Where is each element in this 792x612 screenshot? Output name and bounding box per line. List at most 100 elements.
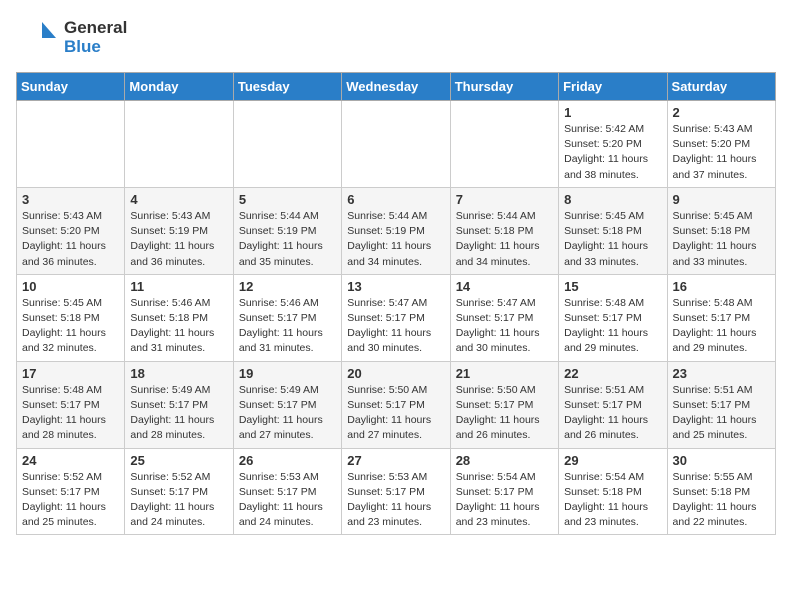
day-info: Sunrise: 5:48 AM Sunset: 5:17 PM Dayligh… (22, 383, 119, 444)
day-info: Sunrise: 5:49 AM Sunset: 5:17 PM Dayligh… (239, 383, 336, 444)
day-info: Sunrise: 5:47 AM Sunset: 5:17 PM Dayligh… (347, 296, 444, 357)
calendar-cell: 20 Sunrise: 5:50 AM Sunset: 5:17 PM Dayli… (342, 361, 450, 448)
day-info: Sunrise: 5:51 AM Sunset: 5:17 PM Dayligh… (564, 383, 661, 444)
weekday-header: Monday (125, 73, 233, 101)
day-number: 15 (564, 279, 661, 294)
calendar-cell: 21 Sunrise: 5:50 AM Sunset: 5:17 PM Dayli… (450, 361, 558, 448)
day-info: Sunrise: 5:43 AM Sunset: 5:19 PM Dayligh… (130, 209, 227, 270)
day-info: Sunrise: 5:53 AM Sunset: 5:17 PM Dayligh… (347, 470, 444, 531)
day-info: Sunrise: 5:50 AM Sunset: 5:17 PM Dayligh… (347, 383, 444, 444)
calendar-cell (125, 101, 233, 188)
day-number: 13 (347, 279, 444, 294)
calendar-cell: 15 Sunrise: 5:48 AM Sunset: 5:17 PM Dayli… (559, 274, 667, 361)
day-number: 2 (673, 105, 770, 120)
calendar-cell: 22 Sunrise: 5:51 AM Sunset: 5:17 PM Dayli… (559, 361, 667, 448)
day-number: 12 (239, 279, 336, 294)
day-info: Sunrise: 5:44 AM Sunset: 5:19 PM Dayligh… (347, 209, 444, 270)
day-number: 21 (456, 366, 553, 381)
day-info: Sunrise: 5:52 AM Sunset: 5:17 PM Dayligh… (130, 470, 227, 531)
calendar-cell: 4 Sunrise: 5:43 AM Sunset: 5:19 PM Daylig… (125, 187, 233, 274)
calendar-cell: 17 Sunrise: 5:48 AM Sunset: 5:17 PM Dayli… (17, 361, 125, 448)
calendar-cell: 3Sunrise: 5:43 AM Sunset: 5:20 PM Daylig… (17, 187, 125, 274)
day-number: 5 (239, 192, 336, 207)
calendar-cell: 30 Sunrise: 5:55 AM Sunset: 5:18 PM Dayli… (667, 448, 775, 535)
day-info: Sunrise: 5:45 AM Sunset: 5:18 PM Dayligh… (564, 209, 661, 270)
calendar-cell: 29 Sunrise: 5:54 AM Sunset: 5:18 PM Dayli… (559, 448, 667, 535)
day-number: 25 (130, 453, 227, 468)
day-number: 24 (22, 453, 119, 468)
day-number: 9 (673, 192, 770, 207)
day-number: 26 (239, 453, 336, 468)
calendar-cell: 27 Sunrise: 5:53 AM Sunset: 5:17 PM Dayli… (342, 448, 450, 535)
calendar-cell: 19 Sunrise: 5:49 AM Sunset: 5:17 PM Dayli… (233, 361, 341, 448)
day-number: 16 (673, 279, 770, 294)
day-number: 30 (673, 453, 770, 468)
calendar-cell (17, 101, 125, 188)
calendar-cell: 7 Sunrise: 5:44 AM Sunset: 5:18 PM Daylig… (450, 187, 558, 274)
day-number: 28 (456, 453, 553, 468)
day-number: 19 (239, 366, 336, 381)
page-header: GeneralBlue (16, 16, 776, 60)
logo-blue: Blue (64, 38, 127, 57)
logo: GeneralBlue (16, 16, 127, 60)
day-number: 10 (22, 279, 119, 294)
calendar-cell: 11 Sunrise: 5:46 AM Sunset: 5:18 PM Dayli… (125, 274, 233, 361)
day-number: 22 (564, 366, 661, 381)
calendar-week-row: 10Sunrise: 5:45 AM Sunset: 5:18 PM Dayli… (17, 274, 776, 361)
calendar-cell: 10Sunrise: 5:45 AM Sunset: 5:18 PM Dayli… (17, 274, 125, 361)
day-number: 27 (347, 453, 444, 468)
day-info: Sunrise: 5:45 AM Sunset: 5:18 PM Dayligh… (673, 209, 770, 270)
calendar-cell: 2 Sunrise: 5:43 AM Sunset: 5:20 PM Daylig… (667, 101, 775, 188)
day-number: 11 (130, 279, 227, 294)
day-info: Sunrise: 5:43 AM Sunset: 5:20 PM Dayligh… (22, 209, 119, 270)
calendar-cell: 6 Sunrise: 5:44 AM Sunset: 5:19 PM Daylig… (342, 187, 450, 274)
day-number: 29 (564, 453, 661, 468)
day-info: Sunrise: 5:46 AM Sunset: 5:18 PM Dayligh… (130, 296, 227, 357)
day-info: Sunrise: 5:49 AM Sunset: 5:17 PM Dayligh… (130, 383, 227, 444)
weekday-header: Saturday (667, 73, 775, 101)
day-number: 8 (564, 192, 661, 207)
calendar-cell: 16Sunrise: 5:48 AM Sunset: 5:17 PM Dayli… (667, 274, 775, 361)
calendar-cell: 9 Sunrise: 5:45 AM Sunset: 5:18 PM Daylig… (667, 187, 775, 274)
day-info: Sunrise: 5:42 AM Sunset: 5:20 PM Dayligh… (564, 122, 661, 183)
day-number: 1 (564, 105, 661, 120)
day-number: 20 (347, 366, 444, 381)
calendar-cell: 14 Sunrise: 5:47 AM Sunset: 5:17 PM Dayli… (450, 274, 558, 361)
calendar-cell (233, 101, 341, 188)
day-info: Sunrise: 5:44 AM Sunset: 5:18 PM Dayligh… (456, 209, 553, 270)
day-number: 17 (22, 366, 119, 381)
day-info: Sunrise: 5:47 AM Sunset: 5:17 PM Dayligh… (456, 296, 553, 357)
calendar-table: SundayMondayTuesdayWednesdayThursdayFrid… (16, 72, 776, 535)
day-info: Sunrise: 5:55 AM Sunset: 5:18 PM Dayligh… (673, 470, 770, 531)
calendar-cell: 24 Sunrise: 5:52 AM Sunset: 5:17 PM Dayli… (17, 448, 125, 535)
calendar-cell: 18 Sunrise: 5:49 AM Sunset: 5:17 PM Dayli… (125, 361, 233, 448)
day-number: 4 (130, 192, 227, 207)
day-info: Sunrise: 5:51 AM Sunset: 5:17 PM Dayligh… (673, 383, 770, 444)
calendar-cell (450, 101, 558, 188)
calendar-cell: 1 Sunrise: 5:42 AM Sunset: 5:20 PM Daylig… (559, 101, 667, 188)
day-info: Sunrise: 5:53 AM Sunset: 5:17 PM Dayligh… (239, 470, 336, 531)
day-info: Sunrise: 5:54 AM Sunset: 5:17 PM Dayligh… (456, 470, 553, 531)
calendar-week-row: 17 Sunrise: 5:48 AM Sunset: 5:17 PM Dayli… (17, 361, 776, 448)
calendar-cell: 25 Sunrise: 5:52 AM Sunset: 5:17 PM Dayli… (125, 448, 233, 535)
day-info: Sunrise: 5:50 AM Sunset: 5:17 PM Dayligh… (456, 383, 553, 444)
day-number: 7 (456, 192, 553, 207)
weekday-header: Sunday (17, 73, 125, 101)
day-number: 14 (456, 279, 553, 294)
calendar-cell: 13 Sunrise: 5:47 AM Sunset: 5:17 PM Dayli… (342, 274, 450, 361)
calendar-cell: 8 Sunrise: 5:45 AM Sunset: 5:18 PM Daylig… (559, 187, 667, 274)
day-info: Sunrise: 5:52 AM Sunset: 5:17 PM Dayligh… (22, 470, 119, 531)
day-number: 23 (673, 366, 770, 381)
calendar-cell: 28 Sunrise: 5:54 AM Sunset: 5:17 PM Dayli… (450, 448, 558, 535)
day-info: Sunrise: 5:48 AM Sunset: 5:17 PM Dayligh… (564, 296, 661, 357)
day-info: Sunrise: 5:43 AM Sunset: 5:20 PM Dayligh… (673, 122, 770, 183)
day-info: Sunrise: 5:54 AM Sunset: 5:18 PM Dayligh… (564, 470, 661, 531)
calendar-week-row: 3Sunrise: 5:43 AM Sunset: 5:20 PM Daylig… (17, 187, 776, 274)
day-info: Sunrise: 5:46 AM Sunset: 5:17 PM Dayligh… (239, 296, 336, 357)
calendar-cell: 12 Sunrise: 5:46 AM Sunset: 5:17 PM Dayli… (233, 274, 341, 361)
weekday-header: Thursday (450, 73, 558, 101)
day-number: 6 (347, 192, 444, 207)
day-number: 18 (130, 366, 227, 381)
calendar-header-row: SundayMondayTuesdayWednesdayThursdayFrid… (17, 73, 776, 101)
weekday-header: Wednesday (342, 73, 450, 101)
